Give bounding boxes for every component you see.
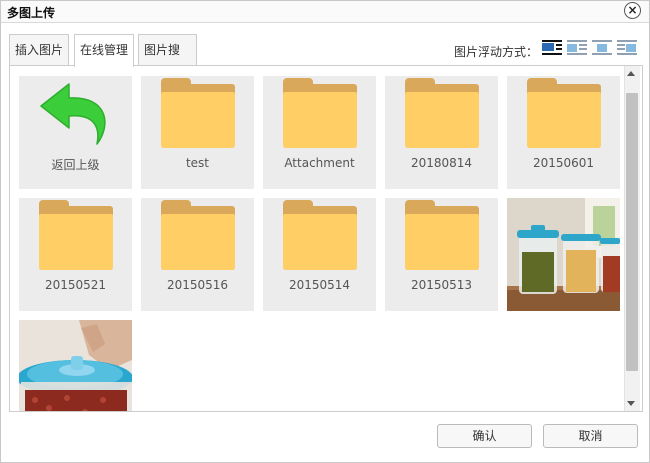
item-label: 20150601 — [532, 156, 595, 170]
image-thumbnail-jars[interactable] — [507, 198, 620, 311]
float-left-icon[interactable] — [566, 39, 588, 57]
float-center-icon[interactable] — [591, 39, 613, 57]
red-beans-photo — [19, 320, 132, 411]
folder-icon — [405, 78, 479, 148]
back-arrow-icon — [40, 83, 106, 145]
file-browser-panel: 返回上级 test Attachment 20180814 20150601 2… — [9, 65, 643, 412]
folder-icon — [405, 200, 479, 270]
item-label: 20150513 — [410, 278, 473, 292]
back-item[interactable]: 返回上级 — [19, 76, 132, 189]
tab-insert-image[interactable]: 插入图片 — [9, 34, 69, 66]
folder-icon — [283, 78, 357, 148]
confirm-button[interactable]: 确认 — [437, 424, 532, 448]
folder-item[interactable]: 20150516 — [141, 198, 254, 311]
multi-image-upload-dialog: 多图上传 × 插入图片 在线管理 图片搜索 图片浮动方式： — [0, 0, 650, 463]
item-label: 20150514 — [288, 278, 351, 292]
folder-item[interactable]: 20150521 — [19, 198, 132, 311]
folder-icon — [527, 78, 601, 148]
folder-icon — [283, 200, 357, 270]
float-mode-label: 图片浮动方式： — [454, 45, 539, 59]
item-label: 返回上级 — [51, 158, 100, 172]
jars-photo — [507, 198, 620, 311]
item-label: 20150521 — [44, 278, 107, 292]
title-bar: 多图上传 × — [1, 1, 649, 23]
float-right-icon[interactable] — [616, 39, 638, 57]
scroll-thumb[interactable] — [626, 93, 638, 371]
dialog-title: 多图上传 — [7, 6, 56, 20]
folder-item[interactable]: Attachment — [263, 76, 376, 189]
folder-icon — [161, 200, 235, 270]
folder-item[interactable]: 20150513 — [385, 198, 498, 311]
item-label: Attachment — [284, 156, 355, 170]
folder-item[interactable]: 20180814 — [385, 76, 498, 189]
folder-item[interactable]: 20150514 — [263, 198, 376, 311]
vertical-scrollbar[interactable] — [624, 66, 640, 411]
close-button[interactable]: × — [624, 2, 641, 19]
tab-image-search[interactable]: 图片搜索 — [138, 34, 197, 88]
float-none-icon[interactable] — [541, 39, 563, 57]
folder-icon — [161, 78, 235, 148]
scroll-down-arrow-icon[interactable] — [627, 401, 635, 406]
scroll-up-arrow-icon[interactable] — [627, 71, 635, 76]
cancel-button[interactable]: 取消 — [543, 424, 638, 448]
item-label: test — [185, 156, 210, 170]
folder-item[interactable]: test — [141, 76, 254, 189]
tab-online-management[interactable]: 在线管理 — [74, 34, 134, 67]
item-label: 20180814 — [410, 156, 473, 170]
item-label: 20150516 — [166, 278, 229, 292]
folder-item[interactable]: 20150601 — [507, 76, 620, 189]
image-thumbnail-red-beans[interactable] — [19, 320, 132, 411]
folder-icon — [39, 200, 113, 270]
